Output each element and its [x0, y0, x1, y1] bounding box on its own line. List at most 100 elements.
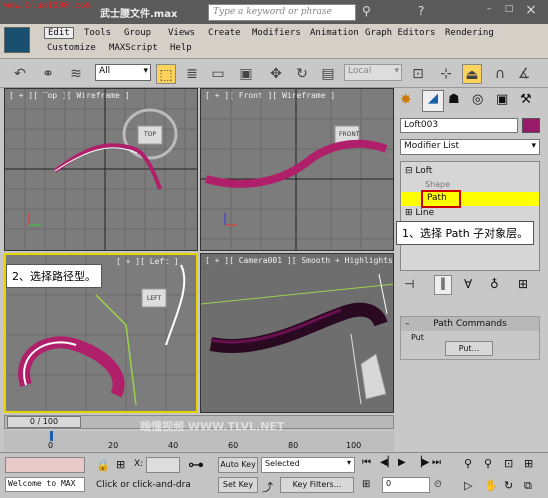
pin-stack-icon[interactable]: ⊣ — [404, 277, 414, 291]
move-icon[interactable]: ✥ — [266, 64, 286, 84]
viewcube-top[interactable]: TOP — [144, 131, 156, 138]
snaps-toggle-icon[interactable]: ∩ — [490, 64, 510, 84]
select-manipulate-icon[interactable]: ⊹ — [436, 64, 456, 84]
menu-help[interactable]: Help — [170, 43, 192, 53]
menu-create[interactable]: Create — [208, 28, 241, 38]
current-frame-field[interactable]: 0 — [382, 477, 430, 493]
pivot-center-icon[interactable]: ⊡ — [408, 64, 428, 84]
undo-icon[interactable]: ↶ — [10, 64, 30, 84]
track-tick-40: 40 — [168, 441, 179, 450]
object-name-field[interactable]: Loft003 — [400, 118, 518, 133]
rectangular-selection-icon[interactable]: ▭ — [208, 64, 228, 84]
make-unique-icon[interactable]: ∀ — [464, 277, 472, 291]
select-object-icon[interactable]: ⬚ — [156, 64, 176, 84]
pan-icon[interactable]: ✋ — [484, 479, 498, 492]
menu-customize[interactable]: Customize — [47, 43, 96, 53]
maxscript-listener-pink[interactable] — [5, 457, 85, 473]
go-to-start-icon[interactable]: ⏮ — [362, 457, 371, 468]
stack-item-line[interactable]: ⊞ Line — [405, 208, 434, 218]
zoom-extents-all-icon[interactable]: ⊞ — [524, 457, 533, 470]
key-mode-toggle-icon[interactable]: ⊞ — [362, 479, 370, 490]
search-input[interactable]: Type a keyword or phrase — [208, 4, 356, 21]
previous-frame-icon[interactable]: ◀▏ — [380, 457, 395, 468]
viewport-camera[interactable]: [ + ][ Camera001 ][ Smooth + Highlights … — [200, 253, 394, 413]
utilities-tab-icon[interactable]: ⚒ — [520, 92, 532, 107]
menu-graph-editors[interactable]: Graph Editors — [365, 28, 435, 38]
viewcube-left[interactable]: LEFT — [147, 295, 161, 302]
next-frame-icon[interactable]: ▕▶ — [414, 457, 429, 468]
default-in-out-tangents-icon[interactable]: ⤴ — [262, 479, 273, 495]
zoom-all-icon[interactable]: ⚲ — [484, 457, 492, 470]
zoom-icon[interactable]: ⚲ — [464, 457, 472, 470]
viewcube-front[interactable]: FRONT — [339, 131, 360, 138]
x-coord-label: X: — [134, 459, 144, 469]
help-icon[interactable]: ? — [418, 4, 424, 18]
modify-tab-icon[interactable]: ◢ — [422, 90, 444, 112]
app-logo[interactable] — [4, 27, 30, 53]
minimize-button[interactable]: – — [480, 4, 498, 18]
stack-item-shape[interactable]: Shape — [425, 180, 450, 189]
auto-key-button[interactable]: Auto Key — [218, 457, 258, 473]
key-filters-button[interactable]: Key Filters... — [280, 477, 354, 493]
key-mode-icon[interactable]: ⊶ — [188, 455, 204, 474]
maximize-button[interactable]: □ — [500, 4, 518, 18]
maximize-viewport-icon[interactable]: ⧉ — [524, 479, 532, 493]
absolute-mode-icon[interactable]: ⊞ — [116, 458, 125, 471]
rollout-title-bar[interactable]: – Path Commands — [401, 317, 539, 331]
remove-modifier-icon[interactable]: ♁ — [490, 277, 499, 291]
menu-views[interactable]: Views — [168, 28, 195, 38]
track-bar-key-marker — [50, 431, 53, 441]
object-color-swatch[interactable] — [522, 118, 540, 133]
chevron-down-icon: ▾ — [531, 141, 536, 151]
create-tab-icon[interactable]: ✸ — [400, 92, 412, 108]
viewport-front[interactable]: [ + ][ Front ][ Wireframe ] FRONT — [200, 88, 394, 251]
main-toolbar: ↶ ⚭ ≋ All ▾ ⬚ ≣ ▭ ▣ ✥ ↻ ▤ Local ▾ ⊡ ⊹ ⏏ … — [0, 58, 548, 88]
lock-icon[interactable]: 🔒 — [96, 459, 110, 472]
reference-coordinate-value: Local — [348, 66, 372, 76]
command-panel: ✸ ◢ ☗ ◎ ▣ ⚒ Loft003 Modifier List ▾ ⊟ Lo… — [396, 88, 548, 452]
link-icon[interactable]: ⚭ — [38, 64, 58, 84]
selection-filter-value: All — [99, 66, 111, 76]
viewport-top[interactable]: [ + ][ Top ][ Wireframe ] TOP — [4, 88, 198, 251]
search-binoculars-icon[interactable]: ⚲ — [362, 4, 378, 20]
x-coord-field[interactable] — [146, 457, 180, 473]
stack-item-loft[interactable]: ⊟ Loft — [405, 166, 432, 176]
display-tab-icon[interactable]: ▣ — [496, 92, 508, 107]
keyboard-shortcut-icon[interactable]: ⏏ — [462, 64, 482, 84]
menu-animation[interactable]: Animation — [310, 28, 359, 38]
time-slider-thumb[interactable]: 0 / 100 — [7, 416, 81, 428]
track-bar[interactable]: 0 20 40 60 80 100 — [4, 431, 394, 451]
rotate-icon[interactable]: ↻ — [292, 64, 312, 84]
menu-rendering[interactable]: Rendering — [445, 28, 494, 38]
play-icon[interactable]: ▶ — [398, 457, 406, 468]
menu-tools[interactable]: Tools — [84, 28, 111, 38]
field-of-view-icon[interactable]: ▷ — [464, 479, 472, 492]
scale-icon[interactable]: ▤ — [318, 64, 338, 84]
orbit-icon[interactable]: ↻ — [504, 479, 513, 492]
zoom-extents-icon[interactable]: ⊡ — [504, 457, 513, 470]
window-title: 武士腰文件.max — [100, 9, 178, 20]
maxscript-listener-field[interactable]: Welcome to MAX — [5, 477, 85, 492]
menu-maxscript[interactable]: MAXScript — [109, 43, 158, 53]
close-button[interactable]: × — [520, 2, 542, 18]
menu-modifiers[interactable]: Modifiers — [252, 28, 301, 38]
key-filter-select[interactable]: Selected ▾ — [261, 457, 355, 473]
menu-group[interactable]: Group — [124, 28, 151, 38]
select-by-name-icon[interactable]: ≣ — [182, 64, 202, 84]
angle-snap-icon[interactable]: ∡ — [514, 64, 534, 84]
modifier-list-select[interactable]: Modifier List ▾ — [400, 139, 540, 155]
selection-filter-select[interactable]: All ▾ — [95, 64, 151, 81]
title-bar: www.blue1000.com 武士腰文件.max Type a keywor… — [0, 0, 548, 24]
bind-spacewarp-icon[interactable]: ≋ — [66, 64, 86, 84]
time-configuration-icon[interactable]: ⏲ — [434, 479, 442, 490]
motion-tab-icon[interactable]: ◎ — [472, 92, 483, 107]
configure-sets-icon[interactable]: ⊞ — [518, 277, 528, 291]
reference-coordinate-select[interactable]: Local ▾ — [344, 64, 402, 81]
set-key-button[interactable]: Set Key — [218, 477, 258, 493]
go-to-end-icon[interactable]: ⏭ — [432, 457, 441, 468]
menu-edit[interactable]: Edit — [44, 27, 74, 39]
put-button[interactable]: Put... — [445, 341, 493, 356]
window-crossing-icon[interactable]: ▣ — [236, 64, 256, 84]
show-end-result-icon[interactable]: ‖ — [434, 275, 452, 295]
hierarchy-tab-icon[interactable]: ☗ — [448, 92, 460, 107]
